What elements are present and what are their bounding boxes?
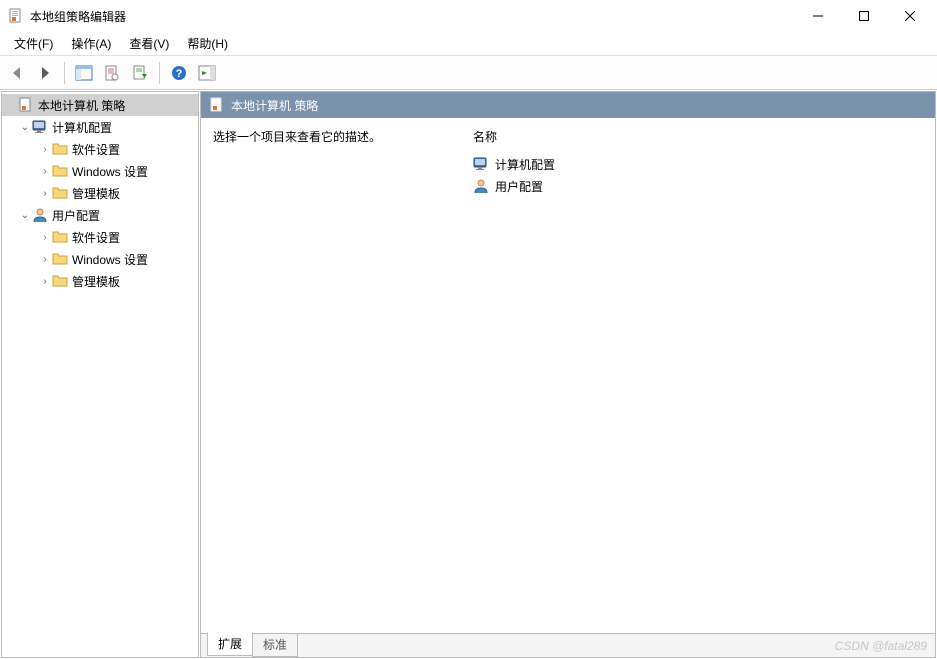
svg-text:?: ? — [176, 68, 183, 80]
list-item[interactable]: 计算机配置 — [473, 153, 923, 175]
content-pane: 本地计算机 策略 选择一个项目来查看它的描述。 名称 — [200, 91, 936, 658]
tree-node-user-config[interactable]: ⌄ 用户配置 — [2, 204, 198, 226]
twisty-icon[interactable]: › — [38, 232, 52, 243]
tree-label: 管理模板 — [72, 185, 120, 202]
minimize-button[interactable] — [795, 1, 841, 31]
tree-node-admin-templates[interactable]: › 管理模板 — [2, 182, 198, 204]
show-hide-tree-button[interactable] — [71, 60, 97, 86]
tree-node-windows-settings[interactable]: › Windows 设置 — [2, 160, 198, 182]
tree-node-computer-config[interactable]: ⌄ 计算机配置 — [2, 116, 198, 138]
twisty-icon[interactable]: › — [38, 188, 52, 199]
policy-icon — [18, 97, 34, 113]
tree-pane[interactable]: 本地计算机 策略 ⌄ 计算机配置 › 软件设置 › — [1, 91, 199, 658]
tree-label: Windows 设置 — [72, 251, 148, 268]
folder-icon — [52, 273, 68, 289]
folder-icon — [52, 185, 68, 201]
window-title: 本地组策略编辑器 — [30, 8, 795, 25]
help-button[interactable]: ? — [166, 60, 192, 86]
tree-label: 计算机配置 — [52, 119, 112, 136]
tree-node-software-settings-user[interactable]: › 软件设置 — [2, 226, 198, 248]
properties-button[interactable] — [99, 60, 125, 86]
tree-label: Windows 设置 — [72, 163, 148, 180]
twisty-icon[interactable]: › — [38, 254, 52, 265]
user-icon — [473, 178, 489, 194]
close-button[interactable] — [887, 1, 933, 31]
description-column: 选择一个项目来查看它的描述。 — [201, 118, 461, 633]
tree-label: 用户配置 — [52, 207, 100, 224]
toolbar-separator — [64, 62, 65, 84]
tab-standard[interactable]: 标准 — [252, 633, 298, 657]
tree-node-root[interactable]: 本地计算机 策略 — [2, 94, 198, 116]
twisty-icon[interactable]: › — [38, 144, 52, 155]
toolbar: ? — [0, 56, 937, 90]
folder-icon — [52, 229, 68, 245]
list-item-label: 计算机配置 — [495, 156, 555, 173]
tree-node-software-settings[interactable]: › 软件设置 — [2, 138, 198, 160]
column-header-name[interactable]: 名称 — [473, 128, 923, 145]
description-hint: 选择一个项目来查看它的描述。 — [213, 130, 381, 144]
tree-node-windows-settings-user[interactable]: › Windows 设置 — [2, 248, 198, 270]
tree-label: 本地计算机 策略 — [38, 97, 125, 114]
tree-label: 软件设置 — [72, 141, 120, 158]
twisty-icon[interactable]: › — [38, 276, 52, 287]
folder-icon — [52, 141, 68, 157]
tree-label: 管理模板 — [72, 273, 120, 290]
back-button[interactable] — [4, 60, 30, 86]
menu-help[interactable]: 帮助(H) — [179, 33, 236, 54]
tabs-row: 扩展 标准 — [201, 633, 935, 657]
menu-file[interactable]: 文件(F) — [6, 33, 61, 54]
content-header: 本地计算机 策略 — [201, 92, 935, 118]
folder-icon — [52, 163, 68, 179]
twisty-icon[interactable]: › — [38, 166, 52, 177]
maximize-button[interactable] — [841, 1, 887, 31]
twisty-icon[interactable]: ⌄ — [18, 122, 32, 133]
tree-label: 软件设置 — [72, 229, 120, 246]
app-icon — [8, 8, 24, 24]
forward-button[interactable] — [32, 60, 58, 86]
menu-view[interactable]: 查看(V) — [121, 33, 177, 54]
tab-extended[interactable]: 扩展 — [207, 632, 253, 656]
policy-icon — [209, 97, 225, 113]
list-item[interactable]: 用户配置 — [473, 175, 923, 197]
computer-icon — [32, 119, 48, 135]
content-title: 本地计算机 策略 — [231, 97, 318, 114]
folder-icon — [52, 251, 68, 267]
user-icon — [32, 207, 48, 223]
list-item-label: 用户配置 — [495, 178, 543, 195]
menu-action[interactable]: 操作(A) — [63, 33, 119, 54]
menubar: 文件(F) 操作(A) 查看(V) 帮助(H) — [0, 32, 937, 56]
export-list-button[interactable] — [127, 60, 153, 86]
show-hide-action-pane-button[interactable] — [194, 60, 220, 86]
computer-icon — [473, 156, 489, 172]
twisty-icon[interactable]: ⌄ — [18, 210, 32, 221]
tree-node-admin-templates-user[interactable]: › 管理模板 — [2, 270, 198, 292]
toolbar-separator — [159, 62, 160, 84]
